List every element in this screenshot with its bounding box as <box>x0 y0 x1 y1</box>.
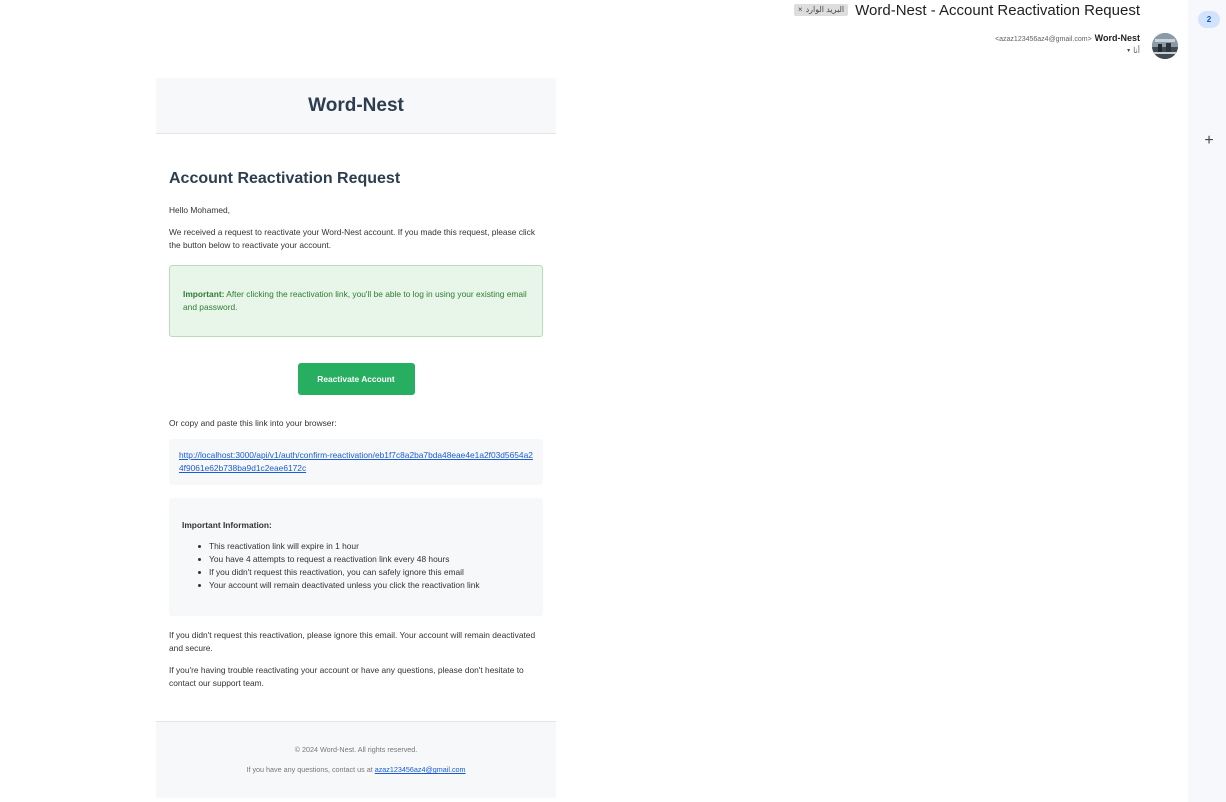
side-panel-badge[interactable]: 2 <box>1198 11 1220 28</box>
list-item: This reactivation link will expire in 1 … <box>196 540 530 553</box>
email-body: Word-Nest Account Reactivation Request H… <box>156 78 556 798</box>
avatar[interactable] <box>1152 33 1178 59</box>
support-paragraph: If you're having trouble reactivating yo… <box>169 665 524 688</box>
intro-paragraph: We received a request to reactivate your… <box>169 227 536 250</box>
footer-contact-text: If you have any questions, contact us at <box>246 765 375 774</box>
avatar-photo-icon <box>1152 33 1178 59</box>
add-icon[interactable]: + <box>1199 131 1219 151</box>
ignore-paragraph: If you didn't request this reactivation,… <box>169 630 536 653</box>
email-heading: Account Reactivation Request <box>169 170 401 187</box>
footer-copyright: © 2024 Word-Nest. All rights reserved. <box>294 745 418 754</box>
sender-name[interactable]: Word-Nest <box>1095 33 1140 43</box>
list-item: If you didn't request this reactivation,… <box>196 566 530 579</box>
gmail-message-view: × البريد الوارد Word-Nest - Account Reac… <box>0 0 1226 802</box>
subject-row: × البريد الوارد Word-Nest - Account Reac… <box>793 0 1140 20</box>
side-panel: 2 + <box>1188 0 1226 802</box>
inbox-label-chip[interactable]: × البريد الوارد <box>793 4 849 16</box>
email-footer: © 2024 Word-Nest. All rights reserved. I… <box>156 721 556 798</box>
reactivation-link-box: http://localhost:3000/api/v1/auth/confir… <box>169 439 543 485</box>
sender-email: <azaz123456az4@gmail.com> <box>995 36 1092 43</box>
list-item: Your account will remain deactivated unl… <box>196 579 530 592</box>
info-title: Important Information: <box>182 520 272 530</box>
greeting: Hello Mohamed, <box>169 205 230 215</box>
email-subject: Word-Nest - Account Reactivation Request <box>855 1 1140 19</box>
inbox-label-text: البريد الوارد <box>805 5 845 14</box>
list-item: You have 4 attempts to request a reactiv… <box>196 553 530 566</box>
sender-row: <azaz123456az4@gmail.com> Word-Nest <box>995 33 1140 43</box>
email-content: Account Reactivation Request Hello Moham… <box>156 134 556 690</box>
important-notice: Important: After clicking the reactivati… <box>169 265 543 337</box>
footer-contact: If you have any questions, contact us at… <box>156 765 556 774</box>
recipient-row: ▾ أنا <box>1127 46 1140 55</box>
recipient-label: أنا <box>1133 46 1140 55</box>
reactivate-account-button[interactable]: Reactivate Account <box>297 363 415 395</box>
chevron-down-icon[interactable]: ▾ <box>1127 47 1130 54</box>
brand-title: Word-Nest <box>308 94 404 116</box>
footer-email-link[interactable]: azaz123456az4@gmail.com <box>375 765 466 774</box>
email-header: Word-Nest <box>156 78 556 134</box>
important-information-box: Important Information: This reactivation… <box>169 498 543 616</box>
button-wrapper: Reactivate Account <box>169 363 543 395</box>
notice-text: After clicking the reactivation link, yo… <box>183 289 527 312</box>
copy-link-label: Or copy and paste this link into your br… <box>169 418 337 428</box>
close-icon[interactable]: × <box>798 5 803 15</box>
notice-label: Important: <box>183 289 225 299</box>
info-list: This reactivation link will expire in 1 … <box>182 540 530 592</box>
reactivation-link[interactable]: http://localhost:3000/api/v1/auth/confir… <box>179 450 533 473</box>
